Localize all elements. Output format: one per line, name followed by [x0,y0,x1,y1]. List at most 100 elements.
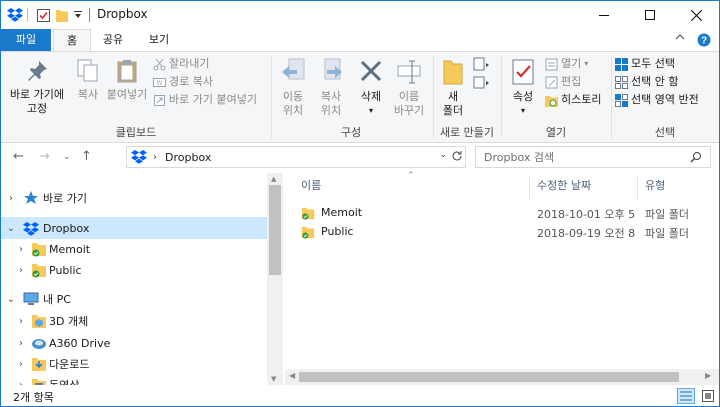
scroll-down-arrow-icon[interactable]: ▼ [271,375,276,383]
minimize-button[interactable] [581,1,627,29]
file-row-memoit[interactable]: Memoit 2018-10-01 오후 5 파일 폴더 [299,203,709,223]
address-dropdown-icon[interactable]: ⌄ [439,150,447,160]
expand-chevron-icon[interactable]: › [15,359,27,370]
easy-access-button[interactable] [473,74,491,90]
file-name: Memoit [321,206,363,219]
large-icons-view-button[interactable] [699,388,717,404]
column-header-type[interactable]: 유형 [645,175,665,197]
expand-chevron-icon[interactable]: › [15,265,27,276]
new-folder-quick-icon[interactable] [55,7,69,23]
collapse-chevron-icon[interactable]: ⌄ [5,223,17,234]
file-date: 2018-09-19 오전 8 [537,227,636,240]
search-box[interactable]: Dropbox 검색 [475,146,711,168]
forward-arrow-icon[interactable]: → [39,149,50,164]
edit-button[interactable]: 편집 [545,74,581,90]
paste-shortcut-icon [154,94,165,106]
expand-chevron-icon[interactable]: › [15,380,27,386]
copy-button[interactable]: 복사 [71,58,105,102]
tree-item-downloads[interactable]: › 다운로드 [1,353,267,375]
close-button[interactable] [673,1,719,29]
delete-button[interactable]: 삭제 ▾ [353,58,389,118]
tree-item-dropbox[interactable]: ⌄ Dropbox [1,217,267,239]
history-label: 히스토리 [561,93,602,106]
tree-item-videos[interactable]: › 동영상 [1,374,267,385]
move-to-icon [282,58,305,80]
paste-button[interactable]: 붙여넣기 [105,58,149,102]
breadcrumb-path[interactable]: Dropbox [165,151,211,164]
tree-item-public[interactable]: › Public [1,259,267,281]
pin-label-line1: 바로 가기에 [9,88,65,101]
large-icons-view-icon [702,390,714,402]
expand-chevron-icon[interactable]: › [15,316,27,327]
scroll-left-arrow-icon[interactable]: ◀ [289,371,295,380]
delete-label: 삭제 [360,90,382,103]
new-folder-button[interactable]: 새 폴더 [437,58,469,118]
nav-pane-scroll-thumb[interactable] [269,185,281,275]
tab-view[interactable]: 보기 [137,29,181,51]
dropbox-app-icon[interactable] [7,7,23,23]
properties-checkbox-icon[interactable] [35,7,51,23]
copy-path-button[interactable]: W 경로 복사 [153,74,213,90]
tab-share[interactable]: 공유 [93,29,133,51]
tree-label: Memoit [49,242,91,256]
expand-chevron-icon[interactable]: › [15,338,27,349]
details-view-button[interactable] [677,388,695,404]
new-item-button[interactable] [473,56,491,72]
move-to-button[interactable]: 이동 위치 [275,58,311,118]
refresh-icon[interactable] [451,150,463,165]
group-label-new: 새로 만들기 [439,126,495,139]
expand-chevron-icon[interactable]: › [15,244,27,255]
open-icon [545,58,558,70]
select-none-button[interactable]: 선택 안 함 [615,74,678,90]
tree-label: 바로 가기 [43,192,87,205]
tree-item-a360-drive[interactable]: › A360 Drive [1,332,267,354]
rename-button[interactable]: 이름 바꾸기 [389,58,429,118]
address-bar[interactable]: › Dropbox ⌄ [126,146,466,168]
group-label-select: 선택 [654,126,676,139]
column-header-name[interactable]: 이름 [301,175,321,197]
maximize-button[interactable] [627,1,673,29]
file-row-public[interactable]: Public 2018-09-19 오전 8 파일 폴더 [299,222,709,242]
history-button[interactable]: 히스토리 [545,92,601,108]
explorer-window: Dropbox 파일 홈 공유 보기 ? 바로 가기에 고정 복사 붙여넣기 잘… [0,0,720,407]
expand-chevron-icon[interactable]: › [5,193,17,204]
recent-locations-chevron-icon[interactable]: ⌄ [63,152,71,162]
open-button[interactable]: 열기 ▾ [545,56,588,72]
maximize-icon [645,10,655,20]
tree-item-memoit[interactable]: › Memoit [1,238,267,260]
tab-home[interactable]: 홈 [53,29,91,51]
up-arrow-icon[interactable]: ↑ [81,149,92,164]
collapse-chevron-icon[interactable]: ⌄ [5,294,17,305]
ribbon-collapse-chevron-icon[interactable] [675,33,685,46]
back-arrow-icon[interactable]: ← [13,149,24,164]
navigation-pane: › 바로 가기 ⌄ Dropbox › Memoit › Public ⌄ 내 … [1,173,283,385]
breadcrumb-chevron-icon[interactable]: › [153,152,157,163]
copy-to-button[interactable]: 복사 위치 [313,58,349,118]
tree-item-this-pc[interactable]: ⌄ 내 PC [1,288,267,310]
column-header-date[interactable]: 수정한 날짜 [537,175,591,197]
invert-selection-label: 선택 영역 반전 [631,93,699,106]
pin-to-quick-access-button[interactable]: 바로 가기에 고정 [5,58,69,116]
invert-selection-icon [615,93,628,107]
tree-item-3d-objects[interactable]: › 3D 개체 [1,310,267,332]
open-label: 열기 [561,57,582,70]
dropbox-icon [23,222,39,236]
invert-selection-button[interactable]: 선택 영역 반전 [615,92,699,108]
help-icon[interactable]: ? [697,33,711,50]
scroll-up-arrow-icon[interactable]: ▲ [271,175,276,183]
tab-file[interactable]: 파일 [1,29,51,51]
properties-button[interactable]: 속성 ▾ [505,58,541,118]
select-all-button[interactable]: 모두 선택 [615,56,675,72]
cut-button[interactable]: 잘라내기 [153,56,209,72]
paste-shortcut-button[interactable]: 바로 가기 붙여넣기 [153,92,257,108]
quick-access-dropdown-icon[interactable] [71,7,85,23]
file-type: 파일 폴더 [645,227,689,240]
ribbon: 바로 가기에 고정 복사 붙여넣기 잘라내기 W 경로 복사 바로 가기 붙여넣… [1,51,719,143]
new-folder-label-line2: 폴더 [442,104,464,117]
tree-label: 동영상 [49,377,79,385]
file-list-h-scroll-thumb[interactable] [299,372,679,382]
history-icon [545,95,558,107]
minimize-icon [599,15,609,16]
scroll-right-arrow-icon[interactable]: ▶ [705,371,711,380]
tree-item-quick-access[interactable]: › 바로 가기 [1,187,267,209]
